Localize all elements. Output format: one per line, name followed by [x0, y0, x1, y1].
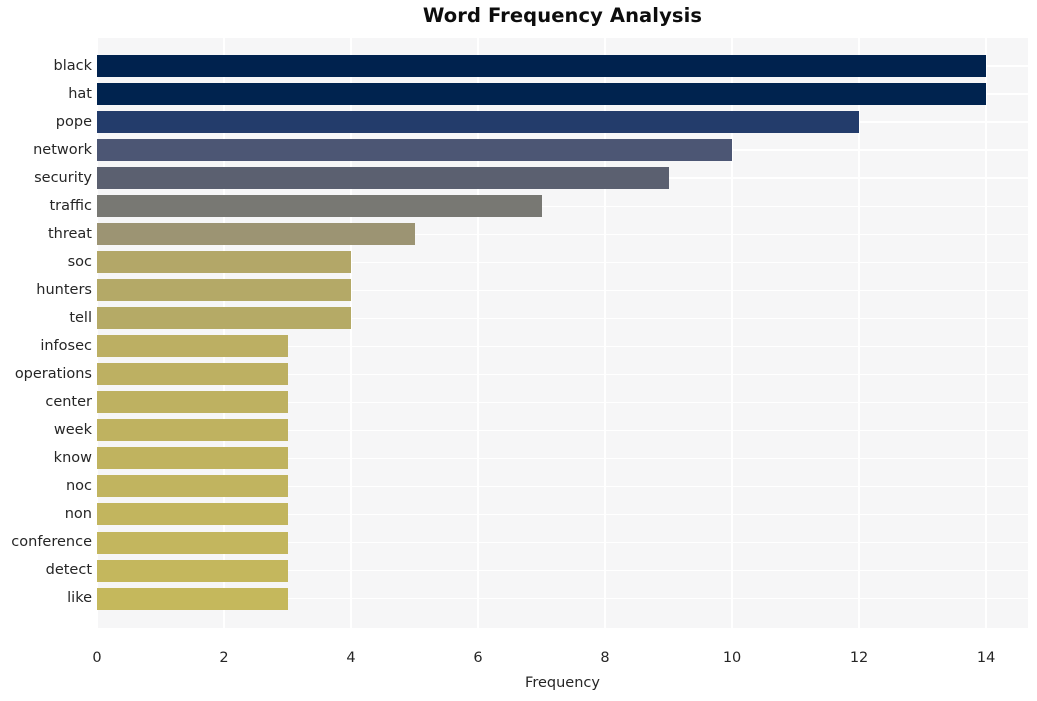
bar-security [97, 167, 669, 190]
y-tick-label-noc: noc [65, 477, 92, 494]
bar-non [97, 503, 288, 526]
chart-title: Word Frequency Analysis [422, 4, 703, 27]
y-tick-label-infosec: infosec [40, 337, 92, 354]
y-tick-label-soc: soc [67, 253, 92, 270]
y-tick-label-like: like [67, 590, 92, 607]
bar-know [97, 447, 288, 470]
y-tick-label-black: black [53, 57, 93, 74]
y-tick-label-operations: operations [14, 365, 92, 382]
bar-detect [97, 559, 288, 582]
x-tick-label-4: 4 [346, 650, 356, 666]
y-tick-label-center: center [45, 393, 92, 410]
y-tick-label-pope: pope [55, 113, 92, 130]
bar-like [97, 587, 288, 610]
bar-conference [97, 531, 288, 554]
x-tick-label-12: 12 [849, 650, 869, 666]
x-tick-label-8: 8 [600, 650, 610, 666]
y-tick-label-hunters: hunters [36, 281, 92, 298]
y-tick-label-know: know [53, 449, 92, 466]
bar-soc [97, 251, 352, 274]
x-tick-label-10: 10 [722, 650, 742, 666]
y-tick-label-non: non [64, 505, 92, 522]
x-tick-label-6: 6 [473, 650, 483, 666]
bar-tell [97, 307, 352, 330]
bar-infosec [97, 335, 288, 358]
x-tick-label-2: 2 [219, 650, 229, 666]
bar-hat [97, 83, 987, 106]
y-tick-label-conference: conference [11, 534, 92, 550]
plot-area [97, 38, 1028, 628]
chart-figure: Word Frequency Analysis black hat pope netw… [0, 0, 1037, 701]
x-tick-label-0: 0 [92, 650, 102, 666]
bar-center [97, 391, 288, 414]
bar-noc [97, 475, 288, 498]
bar-pope [97, 111, 860, 134]
y-tick-label-detect: detect [45, 562, 92, 579]
bar-threat [97, 223, 415, 246]
x-axis-label: Frequency [525, 675, 600, 691]
bar-network [97, 139, 733, 162]
y-tick-label-threat: threat [47, 225, 92, 242]
y-tick-label-network: network [33, 141, 92, 158]
bar-hunters [97, 279, 352, 302]
y-tick-label-hat: hat [68, 85, 92, 102]
bar-traffic [97, 195, 542, 218]
y-tick-label-week: week [53, 421, 92, 438]
bar-black [97, 55, 987, 78]
x-tick-label-14: 14 [976, 650, 996, 666]
y-tick-label-traffic: traffic [49, 197, 92, 214]
bar-operations [97, 363, 288, 386]
y-tick-label-tell: tell [69, 309, 92, 326]
y-tick-label-security: security [34, 169, 92, 186]
bar-week [97, 419, 288, 442]
gridline-vertical-14 [985, 38, 987, 628]
